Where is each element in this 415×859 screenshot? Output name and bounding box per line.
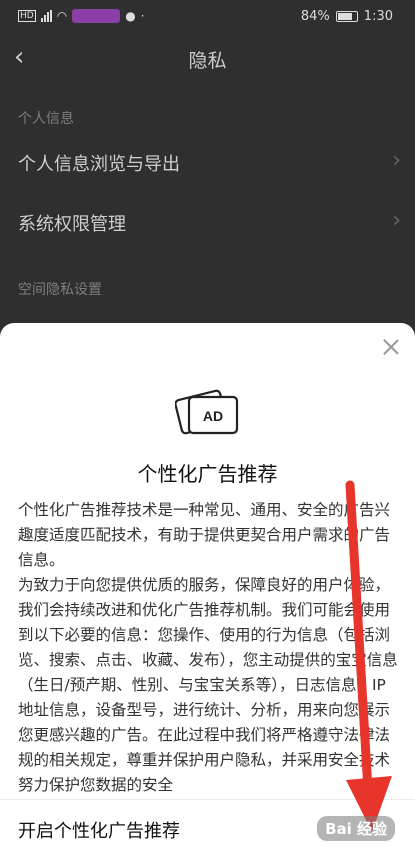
row-label: 个人信息浏览与导出 [18,154,180,175]
page-title: 隐私 [188,50,227,72]
status-bar: HD ◠ ● · 84% 1:30 [0,0,415,36]
battery-icon [335,11,358,22]
sheet-body: 个性化广告推荐技术是一种常见、通用、安全的广告兴趣度适度匹配技术，有助于提供更契… [18,498,398,798]
dot-icon: · [140,9,145,23]
body-paragraph-1: 个性化广告推荐技术是一种常见、通用、安全的广告兴趣度适度匹配技术，有助于提供更契… [18,501,391,569]
watermark: Bai 经验 [317,816,395,841]
ad-icon: AD [175,389,239,435]
ad-icon-text: AD [203,408,223,424]
status-icons-left: HD ◠ ● · [18,9,145,23]
hd-icon: HD [18,10,36,22]
sheet-title: 个性化广告推荐 [137,462,278,486]
close-icon[interactable] [381,337,401,357]
toggle-label: 开启个性化广告推荐 [18,821,180,842]
body-paragraph-2: 为致力于向您提供优质的服务，保障良好的用户体验，我们会持续改进和优化广告推荐机制… [18,576,398,794]
nav-bar: ‹ 隐私 [0,36,415,84]
clock: 1:30 [363,9,393,24]
battery-percent: 84% [300,9,330,24]
section-space-privacy: 空间隐私设置 [18,282,102,298]
chevron-right-icon: › [392,148,401,173]
shield-icon: ● [125,9,136,23]
wifi-icon: ◠ [56,9,68,23]
row-personal-browse-export[interactable]: 个人信息浏览与导出 › [0,136,415,192]
status-icons-right: 84% 1:30 [301,9,393,24]
ad-recommend-sheet: AD 个性化广告推荐 个性化广告推荐技术是一种常见、通用、安全的广告兴趣度适度匹… [0,323,415,859]
signal-icon [40,10,52,22]
row-system-permission[interactable]: 系统权限管理 › [0,196,415,252]
chevron-right-icon: › [392,208,401,233]
section-personal-info: 个人信息 [18,111,74,127]
row-label: 系统权限管理 [18,214,126,235]
app-notification-icon [72,9,121,23]
